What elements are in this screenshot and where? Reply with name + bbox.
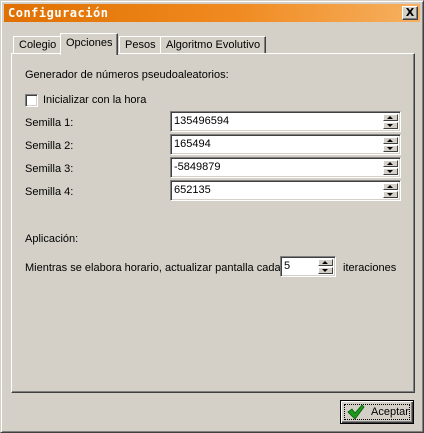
spin-up-button[interactable] [383,114,398,121]
spin-down-button[interactable] [383,122,398,129]
tab-pesos[interactable]: Pesos [119,36,162,54]
spin-down-icon [387,147,393,150]
checkmark-icon [347,404,365,420]
refresh-iterations-spinner[interactable]: 5 [280,256,336,277]
spin-up-button[interactable] [383,137,398,144]
tab-label: Algoritmo Evolutivo [166,39,261,51]
options-panel: Generador de números pseudoaleatorios: I… [11,53,415,393]
spin-up-button[interactable] [383,183,398,190]
seed-2-value: 165494 [174,138,211,150]
spin-up-icon [387,116,393,119]
seed-4-value: 652135 [174,184,211,196]
configuration-dialog: Configuración X Colegio Opciones Pesos A… [0,0,424,433]
spin-up-icon [387,185,393,188]
spin-up-button[interactable] [383,160,398,167]
tab-opciones[interactable]: Opciones [60,33,119,55]
tab-strip: Colegio Opciones Pesos Algoritmo Evoluti… [11,33,421,55]
spin-up-icon [387,139,393,142]
spin-up-icon [387,162,393,165]
spin-down-button[interactable] [383,145,398,152]
seed-2-spinner[interactable]: 165494 [170,134,401,155]
close-button[interactable]: X [402,6,418,20]
spin-down-icon [322,269,328,272]
tab-label: Colegio [19,39,57,51]
seed-3-spinner[interactable]: -5849879 [170,157,401,178]
spin-up-icon [322,261,328,264]
random-generator-heading: Generador de números pseudoaleatorios: [25,69,229,81]
spin-down-icon [387,193,393,196]
refresh-suffix-label: iteraciones [343,262,397,274]
spin-up-button[interactable] [318,259,333,266]
close-icon: X [405,6,415,19]
seed-1-spinner[interactable]: 135496594 [170,111,401,132]
spin-down-button[interactable] [383,168,398,175]
seed-2-label: Semilla 2: [25,140,74,152]
seed-3-value: -5849879 [174,161,221,173]
spin-down-button[interactable] [383,191,398,198]
spin-down-button[interactable] [318,267,333,274]
init-with-time-checkbox[interactable] [25,94,38,107]
accept-button[interactable]: Aceptar [340,400,414,424]
title-bar[interactable]: Configuración X [4,4,420,22]
seed-1-label: Semilla 1: [25,117,74,129]
tab-algoritmo-evolutivo[interactable]: Algoritmo Evolutivo [160,36,267,54]
tab-label: Pesos [125,39,156,51]
tab-colegio[interactable]: Colegio [13,36,63,54]
init-with-time-label: Inicializar con la hora [43,94,147,106]
accept-button-label: Aceptar [371,406,409,418]
application-heading: Aplicación: [25,233,79,245]
seed-1-value: 135496594 [174,115,230,127]
refresh-iterations-value: 5 [284,260,291,272]
seed-3-label: Semilla 3: [25,163,74,175]
seed-4-label: Semilla 4: [25,186,74,198]
spin-down-icon [387,124,393,127]
refresh-prefix-label: Mientras se elabora horario, actualizar … [25,262,281,274]
tab-label: Opciones [66,37,113,49]
seed-4-spinner[interactable]: 652135 [170,180,401,201]
spin-down-icon [387,170,393,173]
window-title: Configuración [8,6,109,20]
